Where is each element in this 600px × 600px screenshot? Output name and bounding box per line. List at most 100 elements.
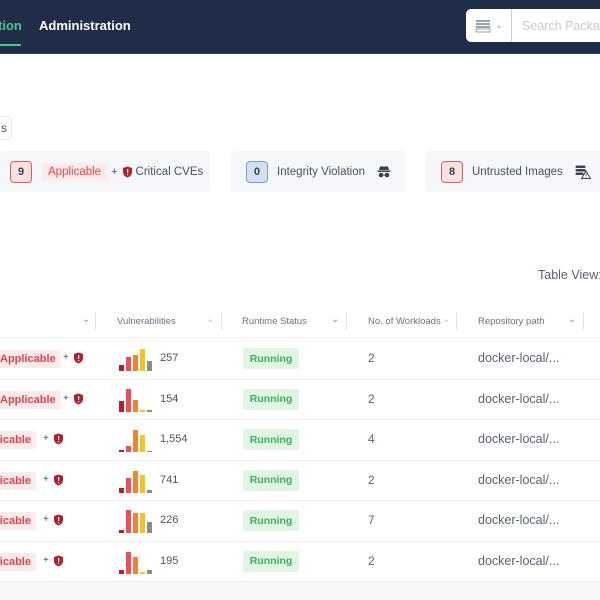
repository-path[interactable]: docker-local/... xyxy=(478,554,559,568)
critical-cves-label: Critical CVEs xyxy=(135,165,204,178)
table-footer xyxy=(0,582,600,600)
severity-sparkline xyxy=(119,347,153,371)
critical-cves-card[interactable]: 9 Applicable + Critical CVEs xyxy=(0,151,210,192)
workloads-count: 2 xyxy=(368,472,375,487)
table-row[interactable]: plicable +1,554 Running 4 docker-local/... xyxy=(0,420,600,461)
shield-alert-icon xyxy=(53,432,64,450)
vulnerabilities-count: 226 xyxy=(160,514,179,526)
sort-chevron-icon[interactable]: ⌄ xyxy=(206,314,214,325)
repository-path[interactable]: docker-local/... xyxy=(478,392,559,406)
workloads-count: 2 xyxy=(368,391,375,406)
sort-chevron-icon[interactable]: ⌄ xyxy=(82,314,90,325)
severity-bar xyxy=(126,477,131,493)
severity-bar xyxy=(126,357,131,371)
table-view-label: Table View: xyxy=(538,268,600,282)
workloads-count: 4 xyxy=(368,432,375,446)
plus-sign: + xyxy=(43,473,49,485)
sort-chevron-icon[interactable]: ⌄ xyxy=(331,314,339,325)
severity-bar xyxy=(133,557,138,574)
plus-sign: + xyxy=(63,352,69,363)
column-resize-handle[interactable] xyxy=(221,313,222,330)
sort-chevron-icon[interactable]: ⌄ xyxy=(568,314,576,325)
filter-chip-label: s xyxy=(1,121,7,135)
severity-sparkline xyxy=(119,388,153,412)
search-packages-input[interactable] xyxy=(513,9,600,42)
untrusted-images-count: 8 xyxy=(441,160,463,183)
severity-bar xyxy=(119,487,124,493)
repository-path[interactable]: docker-local/... xyxy=(478,473,559,487)
column-header-runtime-status[interactable]: Runtime Status xyxy=(242,308,307,334)
nav-tab-application[interactable]: tion xyxy=(0,18,22,46)
severity-bar xyxy=(126,446,131,452)
severity-bar xyxy=(133,470,138,493)
vulnerabilities-count: 154 xyxy=(160,392,179,405)
severity-bar xyxy=(133,513,138,533)
severity-bar xyxy=(147,360,152,371)
severity-bar xyxy=(119,401,124,412)
shield-alert-icon xyxy=(73,392,84,410)
chevron-down-icon: ⌄ xyxy=(495,20,503,30)
nav-tab-administration[interactable]: Administration xyxy=(39,18,131,33)
package-registry-icon xyxy=(475,19,491,33)
severity-bar xyxy=(133,354,138,371)
runtime-status-badge: Running xyxy=(243,550,299,572)
column-resize-handle[interactable] xyxy=(346,313,347,330)
shield-alert-icon xyxy=(122,166,133,178)
runtime-status-badge: Running xyxy=(243,469,299,491)
applicable-tag: Applicable xyxy=(0,350,61,368)
vulnerabilities-count: 1,554 xyxy=(160,433,188,445)
plus-sign: + xyxy=(43,554,49,566)
vulnerabilities-count: 741 xyxy=(160,473,179,486)
severity-bar xyxy=(147,570,152,574)
runtime-status-badge: Running xyxy=(243,388,299,410)
severity-sparkline xyxy=(119,469,153,493)
integrity-violation-card[interactable]: 0 Integrity Violation xyxy=(231,151,405,192)
column-header-workloads[interactable]: No. of Workloads xyxy=(368,308,441,334)
table-header: ⌄ Vulnerabilities ⌄ Runtime Status ⌄ No.… xyxy=(0,308,600,338)
repository-path[interactable]: docker-local/... xyxy=(478,513,559,527)
applicable-tag: plicable xyxy=(0,471,36,490)
top-navigation-bar: tion Administration ⌄ xyxy=(0,0,600,54)
applicable-tag: Applicable xyxy=(42,162,108,181)
plus-sign: + xyxy=(43,514,49,525)
sort-chevron-icon[interactable]: ⌄ xyxy=(442,314,450,325)
table-row[interactable]: Applicable +154 Running 2 docker-local/... xyxy=(0,380,600,420)
severity-bar xyxy=(119,450,124,452)
column-header-repository-path[interactable]: Repository path xyxy=(478,308,545,334)
repository-type-selector[interactable]: ⌄ xyxy=(466,9,512,42)
database-warning-icon xyxy=(575,165,591,179)
table-row[interactable]: plicable +226 Running 7 docker-local/... xyxy=(0,501,600,542)
applicable-tag: plicable xyxy=(0,431,36,449)
workloads-count: 7 xyxy=(368,513,375,527)
workloads-count: 2 xyxy=(368,553,375,568)
shield-alert-icon xyxy=(53,473,64,491)
table-row[interactable]: plicable +741 Running 2 docker-local/... xyxy=(0,461,600,501)
spy-icon xyxy=(377,166,391,178)
severity-bar xyxy=(126,388,131,412)
table-row[interactable]: Applicable +257 Running 2 docker-local/... xyxy=(0,339,600,380)
severity-bar xyxy=(140,349,145,371)
vulnerabilities-count: 195 xyxy=(160,554,179,567)
severity-bar xyxy=(147,490,152,493)
integrity-violation-label: Integrity Violation xyxy=(277,165,366,178)
repository-path[interactable]: docker-local/... xyxy=(478,351,559,365)
column-resize-handle[interactable] xyxy=(456,313,457,330)
filter-chip[interactable]: s xyxy=(0,116,12,140)
severity-bar xyxy=(126,551,131,574)
column-header-vulnerabilities[interactable]: Vulnerabilities xyxy=(117,308,176,334)
severity-sparkline xyxy=(119,428,153,452)
column-resize-handle[interactable] xyxy=(95,313,96,330)
severity-bar xyxy=(147,410,152,412)
table-row[interactable]: plicable +195 Running 2 docker-local/... xyxy=(0,542,600,582)
applicable-tag: Applicable xyxy=(0,390,61,409)
untrusted-images-label: Untrusted Images xyxy=(472,165,563,178)
severity-bar xyxy=(140,572,145,574)
shield-alert-icon xyxy=(73,351,84,369)
column-resize-handle[interactable] xyxy=(583,313,584,330)
severity-bar xyxy=(119,529,124,533)
severity-bar xyxy=(119,365,124,371)
workloads-count: 2 xyxy=(368,351,375,365)
untrusted-images-card[interactable]: 8 Untrusted Images xyxy=(426,151,600,192)
repository-path[interactable]: docker-local/... xyxy=(478,432,559,446)
plus-sign: + xyxy=(63,392,69,404)
